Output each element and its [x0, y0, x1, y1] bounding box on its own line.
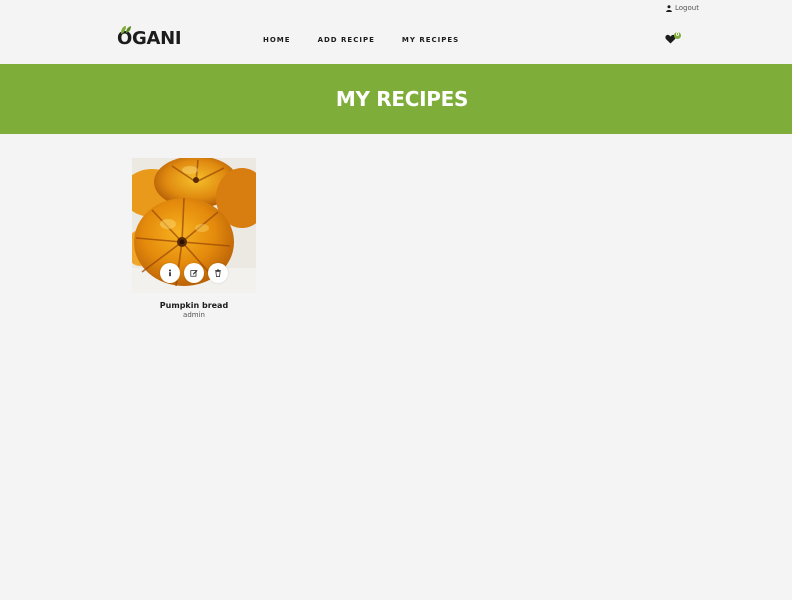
recipe-actions	[160, 263, 228, 283]
page-banner: MY RECIPES	[0, 64, 792, 134]
favorites-count-badge: 0	[674, 32, 681, 39]
leaf-icon	[121, 26, 131, 34]
user-icon	[666, 4, 672, 12]
info-button[interactable]	[160, 263, 180, 283]
logout-label: Logout	[675, 4, 699, 12]
recipe-card: Pumpkin bread admin	[132, 158, 256, 319]
nav-add-recipe[interactable]: ADD RECIPE	[318, 36, 375, 44]
recipe-title[interactable]: Pumpkin bread	[132, 301, 256, 310]
edit-button[interactable]	[184, 263, 204, 283]
edit-icon	[190, 269, 198, 277]
main-nav: HOME ADD RECIPE MY RECIPES	[263, 36, 459, 44]
delete-button[interactable]	[208, 263, 228, 283]
nav-home[interactable]: HOME	[263, 36, 291, 44]
logout-link[interactable]: Logout	[666, 4, 699, 12]
header: Logout OGANI HOME ADD RECIPE MY RECIPES …	[0, 0, 792, 64]
page-title: MY RECIPES	[335, 87, 469, 111]
info-icon	[169, 269, 171, 277]
recipe-author: admin	[183, 311, 205, 319]
recipe-image[interactable]	[132, 158, 256, 293]
nav-my-recipes[interactable]: MY RECIPES	[402, 36, 459, 44]
logo[interactable]: OGANI	[117, 26, 182, 49]
trash-icon	[215, 269, 221, 277]
